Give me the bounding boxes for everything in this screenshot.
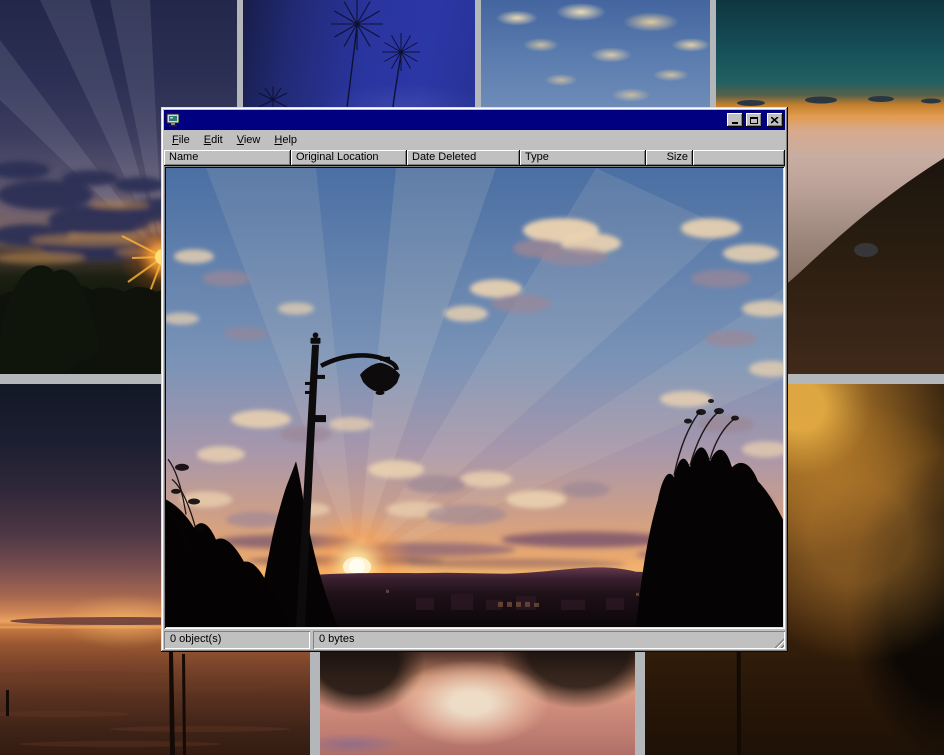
close-icon (771, 117, 779, 124)
lamp-pole-finial (313, 332, 319, 338)
column-header-size[interactable]: Size (646, 150, 693, 166)
menu-view-accel: V (237, 134, 244, 146)
column-header-filler (693, 150, 785, 166)
column-header-date-deleted[interactable]: Date Deleted (407, 150, 520, 166)
status-object-count: 0 object(s) (164, 631, 310, 649)
menu-edit[interactable]: Edit (197, 132, 230, 149)
menu-help[interactable]: Help (267, 132, 304, 149)
water-streaks (0, 671, 290, 747)
distant-islands (737, 96, 941, 106)
maximize-icon (750, 117, 758, 124)
tree-silhouette (0, 265, 100, 374)
rock (854, 243, 878, 257)
column-header-original-location[interactable]: Original Location (291, 150, 407, 166)
menu-edit-rest: dit (211, 134, 223, 146)
menu-bar: File Edit View Help (164, 130, 785, 150)
minimize-icon (732, 122, 738, 124)
file-list-viewport[interactable] (164, 166, 785, 629)
column-headers: Name Original Location Date Deleted Type… (164, 150, 785, 166)
computer-icon (166, 113, 180, 127)
menu-edit-accel: E (204, 134, 211, 146)
column-header-type[interactable]: Type (520, 150, 646, 166)
status-bar: 0 object(s) 0 bytes (164, 631, 785, 649)
status-size: 0 bytes (313, 631, 785, 649)
lamp-collar (312, 415, 326, 422)
water-poles (6, 652, 186, 755)
maximize-button[interactable] (746, 113, 762, 127)
flower-umbel-small (382, 33, 420, 71)
sunset-lamp-photo (166, 168, 783, 627)
sun (349, 559, 365, 575)
title-bar[interactable] (164, 110, 785, 130)
column-header-name[interactable]: Name (164, 150, 291, 166)
minimize-button[interactable] (727, 113, 743, 127)
lamp-head-knob (376, 391, 385, 395)
menu-view[interactable]: View (230, 132, 268, 149)
desktop: File Edit View Help Name Original Locati… (0, 0, 944, 755)
menu-file-rest: ile (179, 134, 190, 146)
explorer-window: File Edit View Help Name Original Locati… (161, 107, 788, 652)
menu-help-rest: elp (282, 134, 297, 146)
menu-file[interactable]: File (165, 132, 197, 149)
menu-view-rest: iew (244, 134, 261, 146)
menu-file-accel: F (172, 134, 179, 146)
flower-umbel-large (331, 0, 383, 50)
close-button[interactable] (767, 113, 783, 127)
